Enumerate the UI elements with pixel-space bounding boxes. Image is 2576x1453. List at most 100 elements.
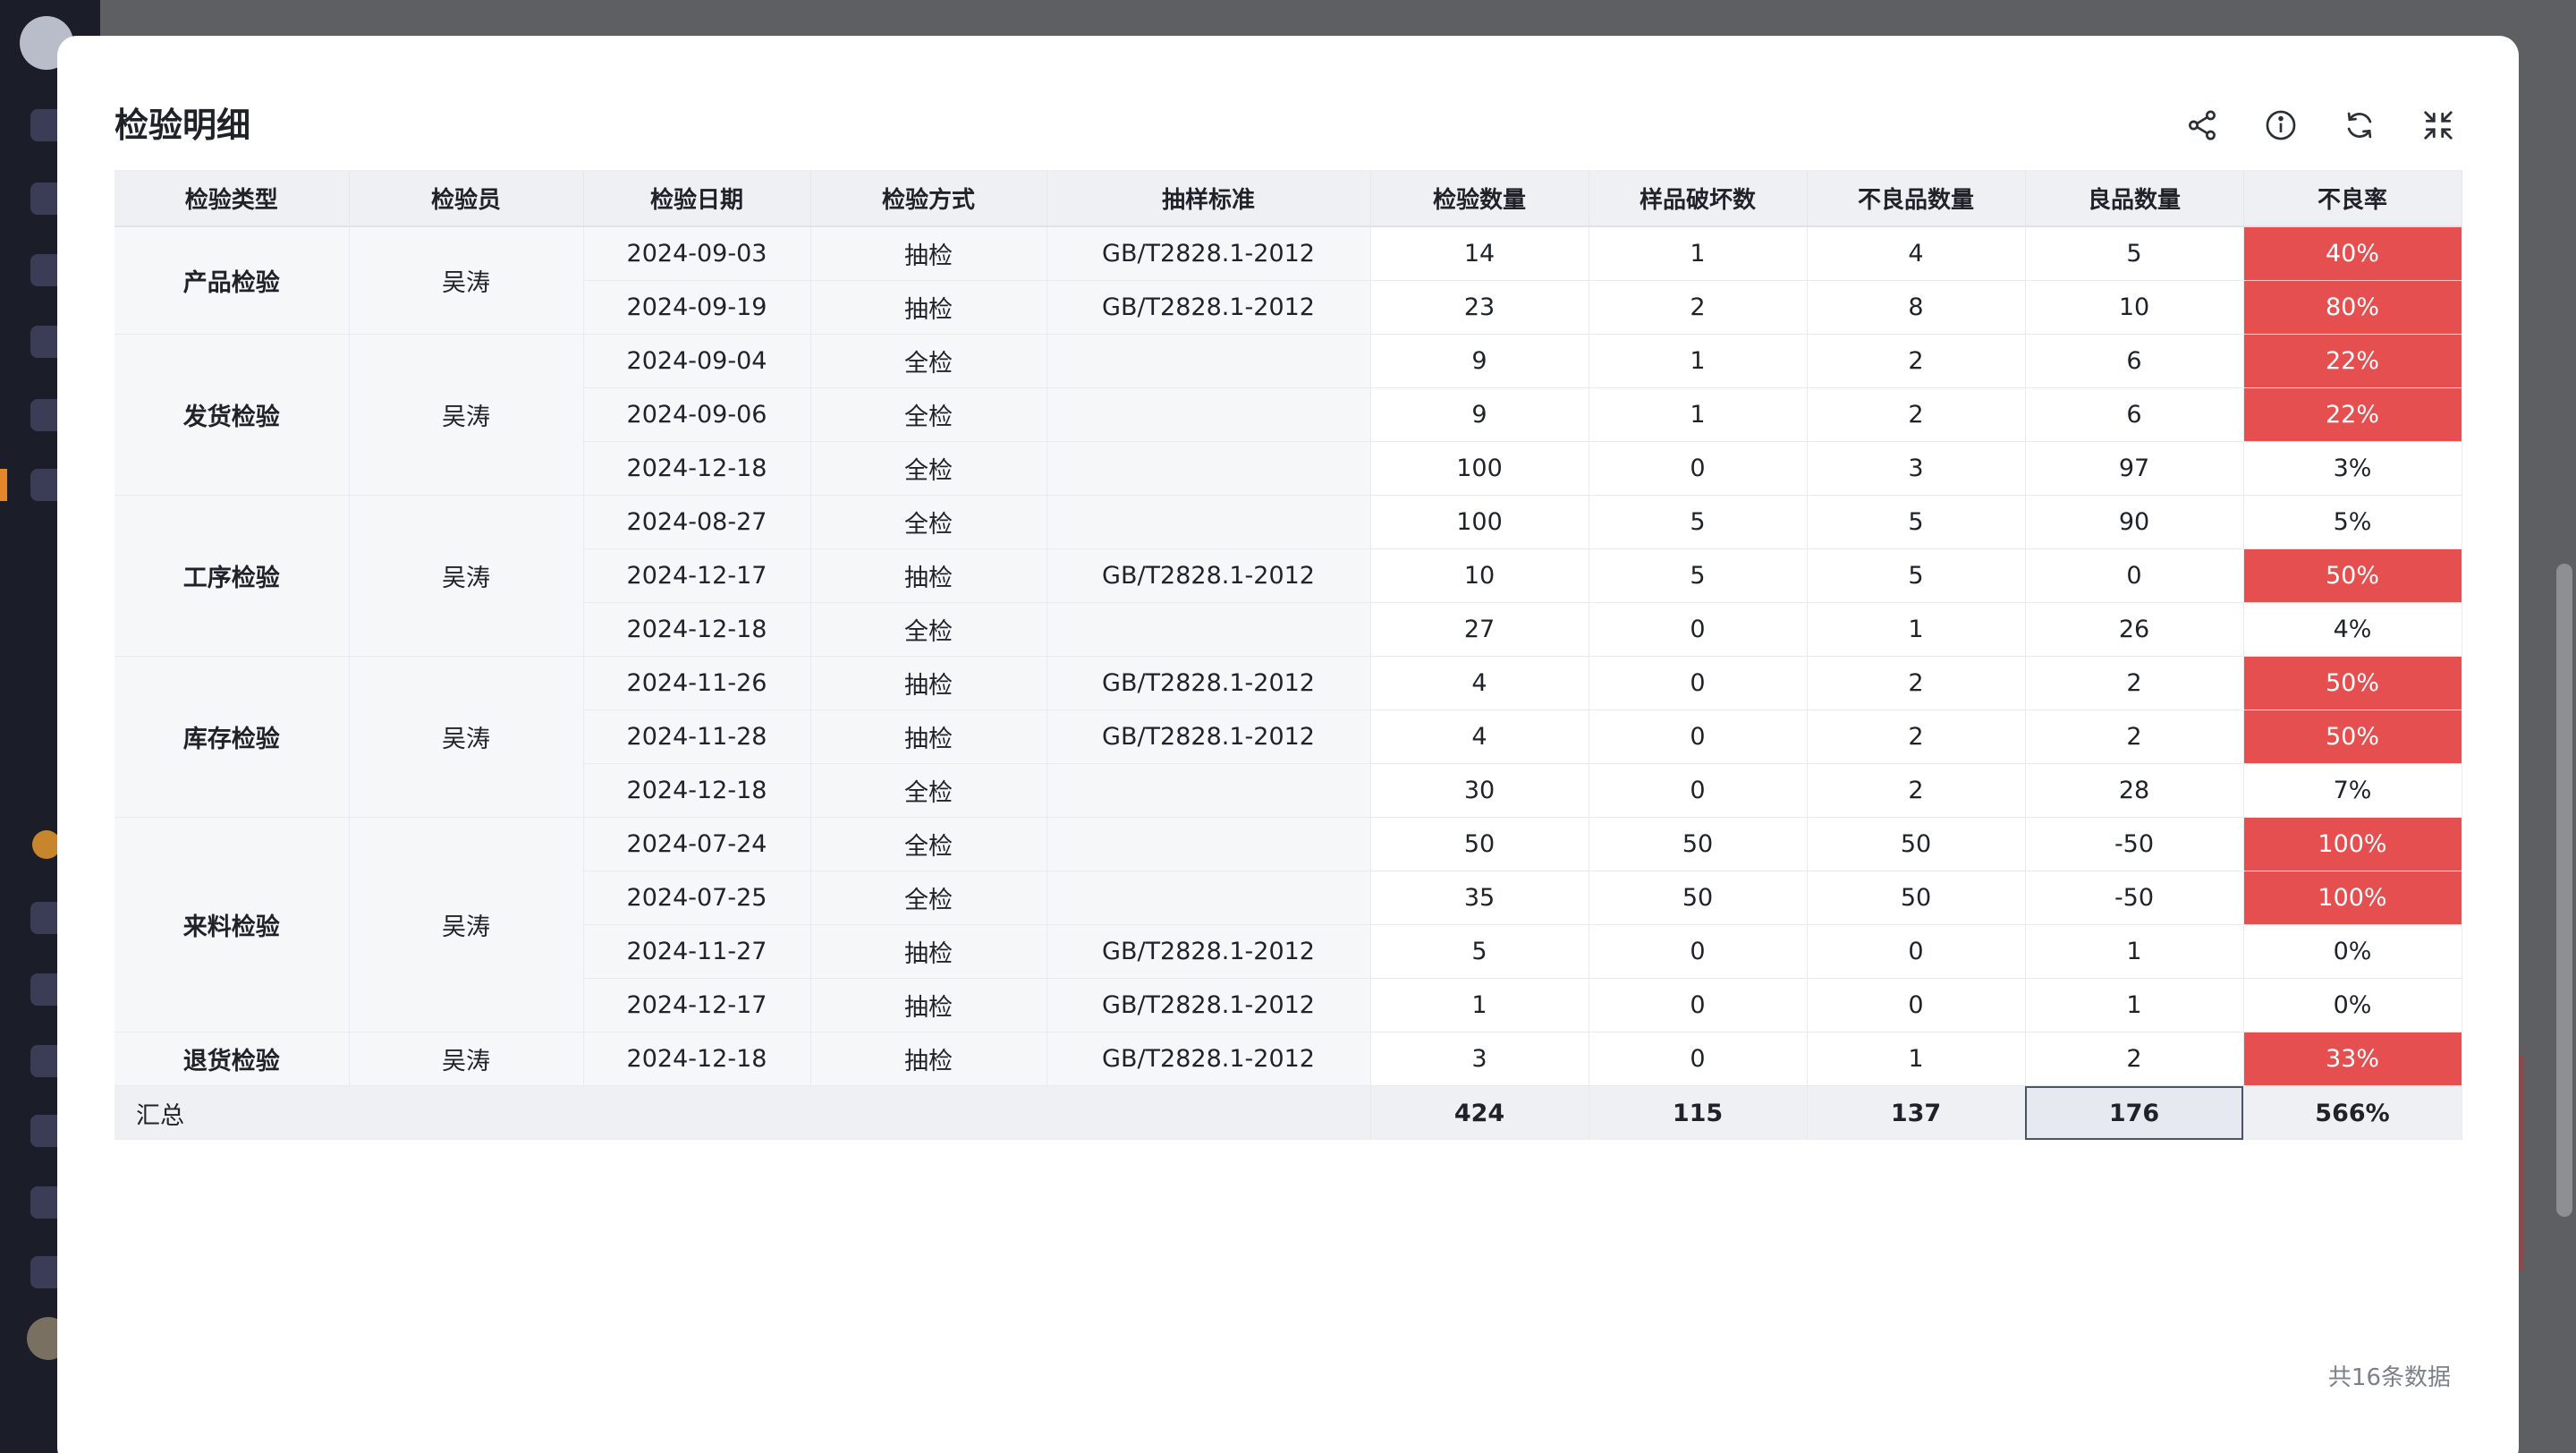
column-header[interactable]: 样品破坏数: [1589, 170, 1808, 227]
summary-good-cell[interactable]: 176: [2025, 1085, 2244, 1140]
table-row[interactable]: 退货检验 吴涛 2024-12-18 抽检 GB/T2828.1-2012 3 0 1 2 33%: [114, 1032, 2462, 1086]
defective-cell: 1: [1807, 602, 2026, 657]
date-cell: 2024-09-06: [583, 387, 811, 442]
date-cell: 2024-11-27: [583, 924, 811, 979]
collapse-icon: [2424, 111, 2453, 140]
method-cell: 全检: [810, 871, 1047, 925]
rate-cell: 100%: [2243, 817, 2462, 871]
good-cell: 0: [2025, 548, 2244, 603]
qty-cell: 23: [1370, 280, 1589, 335]
good-cell: 97: [2025, 441, 2244, 496]
qty-cell: 10: [1370, 548, 1589, 603]
qty-cell: 3: [1370, 1032, 1589, 1086]
defective-cell: 1: [1807, 1032, 2026, 1086]
rate-cell: 33%: [2243, 1032, 2462, 1086]
column-header[interactable]: 检验方式: [810, 170, 1047, 227]
column-header[interactable]: 良品数量: [2025, 170, 2244, 227]
destroyed-cell: 0: [1589, 602, 1808, 657]
defective-cell: 3: [1807, 441, 2026, 496]
date-cell: 2024-12-17: [583, 548, 811, 603]
method-cell: 抽检: [810, 280, 1047, 335]
rate-cell: 0%: [2243, 924, 2462, 979]
table-row[interactable]: 来料检验 吴涛 2024-07-24 全检 50 50 50 -50 100%: [114, 817, 2462, 1032]
inspector-cell: 吴涛: [349, 1032, 584, 1086]
date-cell: 2024-12-18: [583, 763, 811, 818]
destroyed-cell: 5: [1589, 495, 1808, 549]
destroyed-cell: 2: [1589, 280, 1808, 335]
column-header[interactable]: 检验类型: [114, 170, 350, 227]
table-row[interactable]: 产品检验 吴涛 2024-09-03 抽检 GB/T2828.1-2012 14 1 4 5 40…: [114, 226, 2462, 335]
standard-cell: GB/T2828.1-2012: [1046, 978, 1371, 1032]
modal-toolbar: [2179, 102, 2462, 149]
rate-cell: 7%: [2243, 763, 2462, 818]
rate-cell: 50%: [2243, 548, 2462, 603]
column-header[interactable]: 检验日期: [583, 170, 811, 227]
standard-cell: GB/T2828.1-2012: [1046, 226, 1371, 281]
method-cell: 抽检: [810, 548, 1047, 603]
defective-cell: 5: [1807, 495, 2026, 549]
qty-cell: 50: [1370, 817, 1589, 871]
method-cell: 抽检: [810, 226, 1047, 281]
column-header[interactable]: 不良品数量: [1807, 170, 2026, 227]
standard-cell: GB/T2828.1-2012: [1046, 924, 1371, 979]
good-cell: 10: [2025, 280, 2244, 335]
rate-cell: 40%: [2243, 226, 2462, 281]
standard-cell: [1046, 441, 1371, 496]
summary-qty-cell: 424: [1370, 1085, 1589, 1140]
destroyed-cell: 0: [1589, 924, 1808, 979]
good-cell: 2: [2025, 1032, 2244, 1086]
good-cell: 6: [2025, 334, 2244, 388]
date-cell: 2024-09-04: [583, 334, 811, 388]
inspection-type-cell: 产品检验: [114, 226, 350, 335]
good-cell: -50: [2025, 871, 2244, 925]
share-button[interactable]: [2179, 102, 2225, 149]
defective-cell: 8: [1807, 280, 2026, 335]
date-cell: 2024-12-18: [583, 602, 811, 657]
standard-cell: [1046, 871, 1371, 925]
table-row[interactable]: 工序检验 吴涛 2024-08-27 全检 100 5 5 90 5%: [114, 495, 2462, 657]
collapse-button[interactable]: [2415, 102, 2462, 149]
method-cell: 抽检: [810, 924, 1047, 979]
app-root: 检验明细 检验类型 检验员 检验日期 检验方式 抽样标准 检验数量 样品破坏数 …: [0, 0, 2576, 1453]
standard-cell: [1046, 817, 1371, 871]
standard-cell: [1046, 495, 1371, 549]
method-cell: 全检: [810, 441, 1047, 496]
share-icon: [2189, 110, 2216, 140]
defective-cell: 50: [1807, 871, 2026, 925]
good-cell: 1: [2025, 978, 2244, 1032]
inspector-cell: 吴涛: [349, 334, 584, 496]
method-cell: 全检: [810, 763, 1047, 818]
date-cell: 2024-07-25: [583, 871, 811, 925]
table-row[interactable]: 库存检验 吴涛 2024-11-26 抽检 GB/T2828.1-2012 4 0 2 2 50%: [114, 656, 2462, 818]
info-button[interactable]: [2258, 102, 2304, 149]
qty-cell: 100: [1370, 495, 1589, 549]
inspection-table: 检验类型 检验员 检验日期 检验方式 抽样标准 检验数量 样品破坏数 不良品数量 良品数量 不良率…: [114, 170, 2462, 1140]
column-header[interactable]: 检验员: [349, 170, 584, 227]
destroyed-cell: 0: [1589, 978, 1808, 1032]
detail-modal: 检验明细 检验类型 检验员 检验日期 检验方式 抽样标准 检验数量 样品破坏数 …: [57, 36, 2519, 1453]
defective-cell: 50: [1807, 817, 2026, 871]
column-header[interactable]: 不良率: [2243, 170, 2462, 227]
standard-cell: GB/T2828.1-2012: [1046, 280, 1371, 335]
defective-cell: 4: [1807, 226, 2026, 281]
rate-cell: 4%: [2243, 602, 2462, 657]
column-header[interactable]: 检验数量: [1370, 170, 1589, 227]
date-cell: 2024-09-03: [583, 226, 811, 281]
standard-cell: [1046, 602, 1371, 657]
good-cell: 1: [2025, 924, 2244, 979]
qty-cell: 5: [1370, 924, 1589, 979]
qty-cell: 35: [1370, 871, 1589, 925]
table-row[interactable]: 发货检验 吴涛 2024-09-04 全检 9 1 2 6 22%: [114, 334, 2462, 496]
destroyed-cell: 0: [1589, 656, 1808, 710]
summary-rate-cell: 566%: [2243, 1085, 2462, 1140]
inspector-cell: 吴涛: [349, 226, 584, 335]
refresh-button[interactable]: [2336, 102, 2383, 149]
qty-cell: 27: [1370, 602, 1589, 657]
method-cell: 全检: [810, 387, 1047, 442]
destroyed-cell: 1: [1589, 226, 1808, 281]
column-header[interactable]: 抽样标准: [1046, 170, 1371, 227]
defective-cell: 2: [1807, 334, 2026, 388]
qty-cell: 14: [1370, 226, 1589, 281]
destroyed-cell: 5: [1589, 548, 1808, 603]
good-cell: 26: [2025, 602, 2244, 657]
